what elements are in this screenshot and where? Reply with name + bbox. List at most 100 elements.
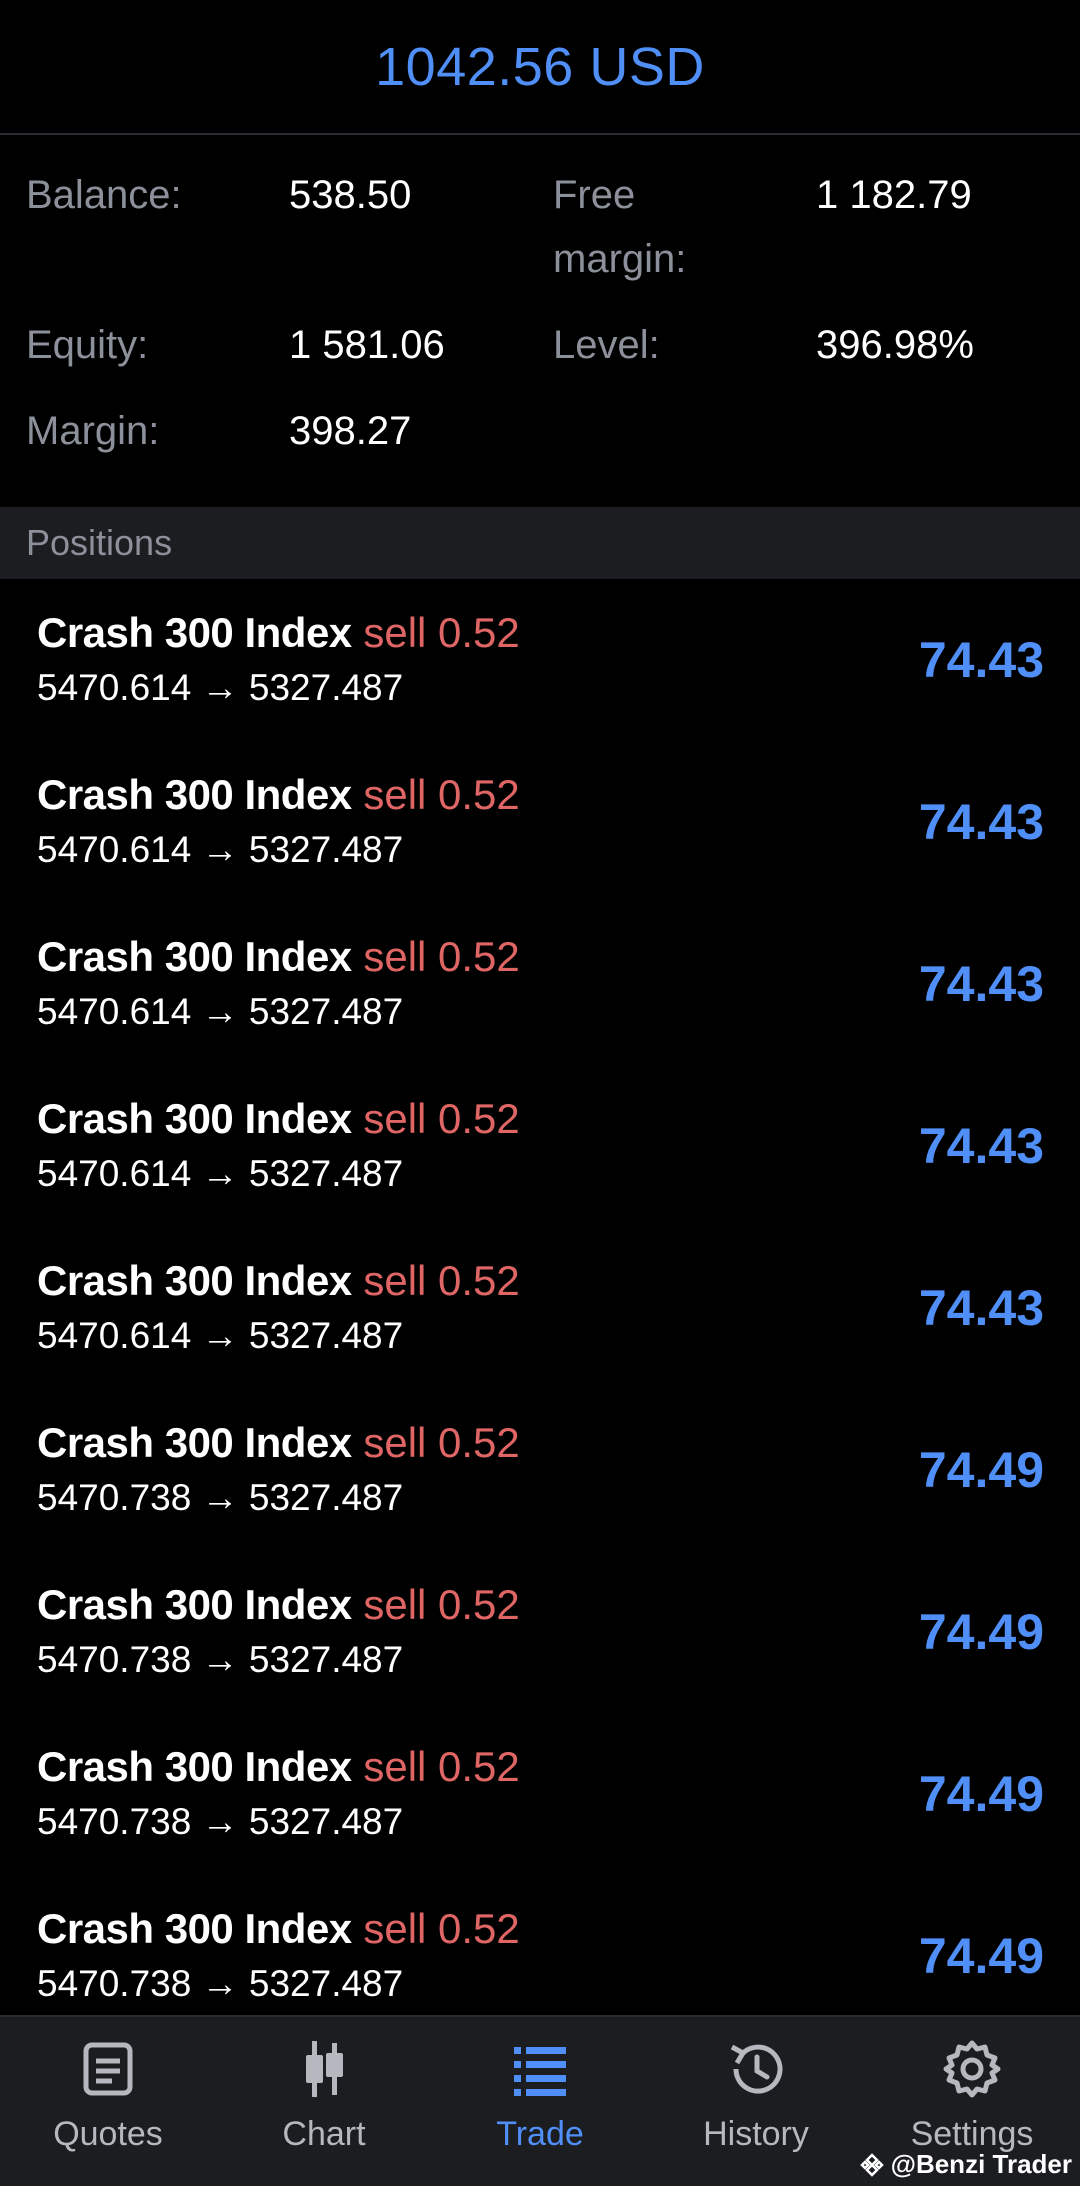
position-prices: 5470.614 → 5327.487: [37, 829, 404, 870]
position-profit: 74.43: [918, 632, 1044, 688]
summary-row: Balance: 538.50 Free margin: 1 182.79: [26, 163, 1054, 313]
position-row[interactable]: Crash 300 Index sell 0.52 5470.738 → 5327…: [0, 1389, 1080, 1551]
position-row[interactable]: Crash 300 Index sell 0.52 5470.614 → 5327…: [0, 741, 1080, 903]
position-profit: 74.49: [918, 1604, 1044, 1660]
position-symbol: Crash 300 Index: [37, 933, 352, 980]
position-symbol: Crash 300 Index: [37, 609, 352, 656]
position-info: Crash 300 Index sell 0.52 5470.614 → 5327…: [37, 767, 520, 877]
level-value: 396.98%: [816, 323, 974, 367]
position-symbol: Crash 300 Index: [37, 1095, 352, 1142]
nav-trade[interactable]: Trade: [432, 2017, 648, 2186]
position-profit: 74.43: [918, 1280, 1044, 1336]
level-label: Level:: [553, 323, 660, 367]
position-row[interactable]: Crash 300 Index sell 0.52 5470.738 → 5327…: [0, 1875, 1080, 2037]
position-side-volume: sell 0.52: [363, 1581, 520, 1628]
position-symbol: Crash 300 Index: [37, 1419, 352, 1466]
chart-icon: [306, 2041, 343, 2097]
position-side-volume: sell 0.52: [363, 933, 520, 980]
position-side-volume: sell 0.52: [363, 609, 520, 656]
balance-value: 538.50: [289, 173, 412, 217]
position-side-volume: sell 0.52: [363, 1095, 520, 1142]
position-title: Crash 300 Index sell 0.52: [37, 1577, 520, 1633]
position-info: Crash 300 Index sell 0.52 5470.614 → 5327…: [37, 929, 520, 1039]
position-prices: 5470.614 → 5327.487: [37, 1315, 404, 1356]
position-prices: 5470.614 → 5327.487: [37, 1153, 404, 1194]
position-symbol: Crash 300 Index: [37, 1257, 352, 1304]
positions-header: Positions: [0, 507, 1080, 579]
position-prices: 5470.738 → 5327.487: [37, 1801, 404, 1842]
position-title: Crash 300 Index sell 0.52: [37, 929, 520, 985]
position-info: Crash 300 Index sell 0.52 5470.738 → 5327…: [37, 1577, 520, 1687]
position-side-volume: sell 0.52: [363, 771, 520, 818]
position-prices: 5470.738 → 5327.487: [37, 1963, 404, 2004]
nav-trade-label: Trade: [496, 2115, 584, 2153]
nav-history[interactable]: History: [648, 2017, 864, 2186]
nav-chart-label: Chart: [282, 2115, 366, 2153]
position-profit: 74.43: [918, 794, 1044, 850]
position-prices: 5470.614 → 5327.487: [37, 667, 404, 708]
position-symbol: Crash 300 Index: [37, 1581, 352, 1628]
positions-header-label: Positions: [26, 522, 173, 563]
summary-row: Equity: 1 581.06 Level: 396.98%: [26, 313, 1054, 399]
margin-label: Margin:: [26, 409, 160, 453]
positions-list: Crash 300 Index sell 0.52 5470.614 → 5327…: [0, 579, 1080, 2037]
trade-icon: [514, 2047, 566, 2096]
position-title: Crash 300 Index sell 0.52: [37, 1901, 520, 1957]
position-row[interactable]: Crash 300 Index sell 0.52 5470.738 → 5327…: [0, 1713, 1080, 1875]
watermark: @Benzi Trader: [859, 2149, 1072, 2180]
binance-logo-icon: [859, 2152, 884, 2177]
position-side-volume: sell 0.52: [363, 1905, 520, 1952]
position-title: Crash 300 Index sell 0.52: [37, 605, 520, 661]
bottom-nav: Quotes Chart Trade History Settings @Ben…: [0, 2015, 1080, 2186]
position-side-volume: sell 0.52: [363, 1419, 520, 1466]
header: 1042.56 USD: [0, 0, 1080, 135]
position-title: Crash 300 Index sell 0.52: [37, 1091, 520, 1147]
nav-quotes-label: Quotes: [53, 2115, 163, 2153]
history-icon: [730, 2044, 783, 2094]
position-profit: 74.49: [918, 1442, 1044, 1498]
free-margin-label: Free margin:: [553, 173, 687, 281]
position-prices: 5470.614 → 5327.487: [37, 991, 404, 1032]
position-info: Crash 300 Index sell 0.52 5470.614 → 5327…: [37, 1253, 520, 1363]
position-symbol: Crash 300 Index: [37, 1743, 352, 1790]
nav-quotes[interactable]: Quotes: [0, 2017, 216, 2186]
position-profit: 74.49: [918, 1928, 1044, 1984]
position-info: Crash 300 Index sell 0.52 5470.738 → 5327…: [37, 1415, 520, 1525]
position-prices: 5470.738 → 5327.487: [37, 1639, 404, 1680]
account-summary: Balance: 538.50 Free margin: 1 182.79 Eq…: [0, 135, 1080, 507]
free-margin-value: 1 182.79: [816, 173, 972, 217]
position-row[interactable]: Crash 300 Index sell 0.52 5470.614 → 5327…: [0, 1227, 1080, 1389]
equity-label: Equity:: [26, 323, 149, 367]
quotes-icon: [83, 2042, 133, 2096]
position-profit: 74.49: [918, 1766, 1044, 1822]
position-prices: 5470.738 → 5327.487: [37, 1477, 404, 1518]
position-profit: 74.43: [918, 956, 1044, 1012]
summary-row: Margin: 398.27: [26, 399, 1054, 485]
position-title: Crash 300 Index sell 0.52: [37, 1253, 520, 1309]
nav-chart[interactable]: Chart: [216, 2017, 432, 2186]
position-info: Crash 300 Index sell 0.52 5470.614 → 5327…: [37, 1091, 520, 1201]
position-row[interactable]: Crash 300 Index sell 0.52 5470.614 → 5327…: [0, 579, 1080, 741]
nav-history-label: History: [703, 2115, 809, 2153]
position-profit: 74.43: [918, 1118, 1044, 1174]
position-info: Crash 300 Index sell 0.52 5470.738 → 5327…: [37, 1901, 520, 2011]
account-total: 1042.56 USD: [375, 36, 705, 97]
position-row[interactable]: Crash 300 Index sell 0.52 5470.614 → 5327…: [0, 903, 1080, 1065]
position-title: Crash 300 Index sell 0.52: [37, 1739, 520, 1795]
position-row[interactable]: Crash 300 Index sell 0.52 5470.614 → 5327…: [0, 1065, 1080, 1227]
equity-value: 1 581.06: [289, 323, 445, 367]
position-info: Crash 300 Index sell 0.52 5470.738 → 5327…: [37, 1739, 520, 1849]
margin-value: 398.27: [289, 409, 412, 453]
position-row[interactable]: Crash 300 Index sell 0.52 5470.738 → 5327…: [0, 1551, 1080, 1713]
trade-screen: 1042.56 USD Balance: 538.50 Free margin:…: [0, 0, 1080, 2186]
position-title: Crash 300 Index sell 0.52: [37, 1415, 520, 1471]
balance-label: Balance:: [26, 173, 182, 217]
settings-icon: [943, 2040, 1001, 2098]
position-side-volume: sell 0.52: [363, 1257, 520, 1304]
position-title: Crash 300 Index sell 0.52: [37, 767, 520, 823]
position-symbol: Crash 300 Index: [37, 771, 352, 818]
position-info: Crash 300 Index sell 0.52 5470.614 → 5327…: [37, 605, 520, 715]
watermark-text: @Benzi Trader: [890, 2149, 1072, 2179]
position-side-volume: sell 0.52: [363, 1743, 520, 1790]
position-symbol: Crash 300 Index: [37, 1905, 352, 1952]
